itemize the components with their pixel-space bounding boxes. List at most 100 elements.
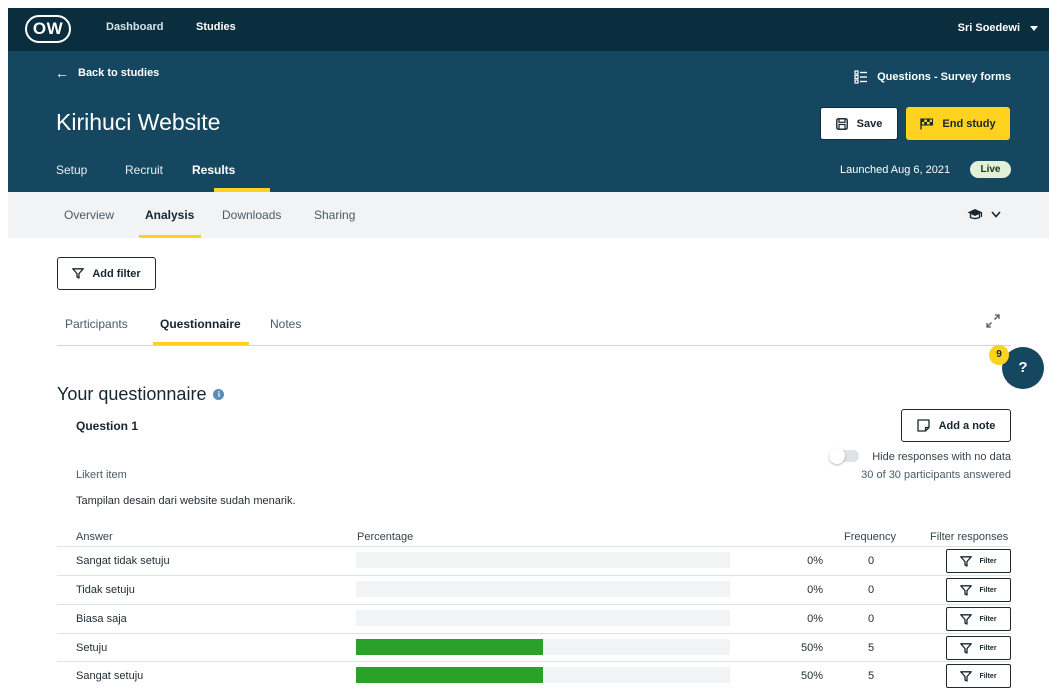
question-text: Tampilan desain dari website sudah menar… xyxy=(76,495,296,507)
checkered-flag-icon xyxy=(920,118,934,129)
column-header-filter: Filter responses xyxy=(930,531,1009,543)
graduation-cap-icon xyxy=(967,209,983,220)
back-label: Back to studies xyxy=(78,67,160,79)
save-button[interactable]: Save xyxy=(820,107,898,140)
launched-date: Launched Aug 6, 2021 xyxy=(840,164,951,176)
column-header-frequency: Frequency xyxy=(844,531,896,543)
tab-sharing[interactable]: Sharing xyxy=(314,208,355,222)
tab-overview[interactable]: Overview xyxy=(64,208,114,222)
note-icon xyxy=(916,419,930,432)
filter-responses-button[interactable]: Filter xyxy=(946,578,1011,602)
percentage-value: 0% xyxy=(807,555,823,567)
participants-answered: 30 of 30 participants answered xyxy=(861,469,1011,481)
table-row: Tidak setuju 0% 0 Filter xyxy=(57,575,1011,604)
learning-menu-toggle[interactable] xyxy=(967,208,1001,220)
percentage-value: 50% xyxy=(800,670,823,682)
ow-logo[interactable]: OW xyxy=(25,15,71,43)
arrow-left-icon: ← xyxy=(55,64,69,81)
info-icon[interactable]: i xyxy=(213,389,225,400)
percentage-value: 0% xyxy=(807,613,823,625)
filter-icon xyxy=(960,613,973,625)
end-study-label: End study xyxy=(942,117,996,130)
add-filter-label: Add filter xyxy=(92,267,141,280)
checklist-icon xyxy=(854,70,868,84)
results-subnav: Overview Analysis Downloads Sharing xyxy=(8,192,1049,238)
filter-icon xyxy=(960,584,973,596)
study-title: Kirihuci Website xyxy=(56,109,221,135)
table-row: Setuju 50% 5 Filter xyxy=(57,633,1011,662)
nav-studies[interactable]: Studies xyxy=(196,21,236,33)
study-header: ← Back to studies Questions - Survey for… xyxy=(8,51,1049,192)
answer-label: Biasa saja xyxy=(76,613,127,625)
hide-responses-label: Hide responses with no data xyxy=(872,451,1011,463)
back-to-studies-link[interactable]: ← Back to studies xyxy=(55,64,160,81)
percentage-bar-fill xyxy=(356,639,543,655)
end-study-button[interactable]: End study xyxy=(906,107,1010,140)
answer-label: Sangat tidak setuju xyxy=(76,555,170,567)
questionnaire-title: Your questionnaire xyxy=(57,384,207,404)
study-type: Questions - Survey forms xyxy=(854,70,1011,84)
active-subtab-indicator xyxy=(139,235,201,238)
tabs-divider xyxy=(57,345,1011,346)
filter-label: Filter xyxy=(979,672,997,680)
frequency-value: 5 xyxy=(868,642,875,654)
percentage-bar-fill xyxy=(356,667,543,683)
percentage-bar xyxy=(356,610,730,626)
tab-recruit[interactable]: Recruit xyxy=(125,163,163,177)
tab-questionnaire[interactable]: Questionnaire xyxy=(160,317,241,331)
filter-icon xyxy=(960,555,973,567)
frequency-value: 5 xyxy=(868,670,875,682)
filter-label: Filter xyxy=(979,586,997,594)
section-title: Your questionnaire i xyxy=(57,384,225,405)
filter-icon xyxy=(960,670,973,682)
status-badge: Live xyxy=(970,161,1011,178)
answer-label: Sangat setuju xyxy=(76,670,144,682)
filter-label: Filter xyxy=(979,615,997,623)
percentage-bar xyxy=(356,667,730,683)
percentage-bar xyxy=(356,639,730,655)
column-header-percentage: Percentage xyxy=(357,531,414,543)
filter-icon xyxy=(72,268,85,279)
tab-notes[interactable]: Notes xyxy=(270,317,301,331)
toggle-knob xyxy=(829,448,845,464)
filter-icon xyxy=(960,642,973,654)
question-title: Question 1 xyxy=(76,419,139,433)
add-note-label: Add a note xyxy=(938,419,996,432)
tab-setup[interactable]: Setup xyxy=(56,163,87,177)
user-name: Sri Soedewi xyxy=(957,22,1020,34)
percentage-bar xyxy=(356,581,730,597)
answer-label: Setuju xyxy=(76,642,108,654)
save-icon xyxy=(835,117,848,130)
tab-results[interactable]: Results xyxy=(192,163,235,177)
filter-responses-button[interactable]: Filter xyxy=(946,664,1011,688)
frequency-value: 0 xyxy=(868,555,875,567)
expand-icon[interactable] xyxy=(985,313,1001,334)
tab-participants[interactable]: Participants xyxy=(65,317,128,331)
percentage-value: 50% xyxy=(800,642,823,654)
table-row: Sangat tidak setuju 0% 0 Filter xyxy=(57,546,1011,575)
hide-responses-toggle[interactable] xyxy=(829,448,859,464)
user-menu[interactable]: Sri Soedewi xyxy=(958,22,1038,34)
percentage-value: 0% xyxy=(807,584,823,596)
percentage-bar xyxy=(356,552,730,568)
question-type: Likert item xyxy=(76,469,127,481)
nav-dashboard[interactable]: Dashboard xyxy=(106,21,163,33)
save-label: Save xyxy=(856,117,883,130)
table-row: Sangat setuju 50% 5 Filter xyxy=(57,661,1011,688)
filter-responses-button[interactable]: Filter xyxy=(946,549,1011,573)
table-row: Biasa saja 0% 0 Filter xyxy=(57,604,1011,633)
add-filter-button[interactable]: Add filter xyxy=(57,257,156,290)
notification-count-badge[interactable]: 9 xyxy=(989,345,1009,365)
filter-responses-button[interactable]: Filter xyxy=(946,636,1011,660)
filter-label: Filter xyxy=(979,557,997,565)
chevron-down-icon xyxy=(991,210,1001,218)
tab-downloads[interactable]: Downloads xyxy=(222,208,281,222)
caret-down-icon xyxy=(1030,25,1038,31)
frequency-value: 0 xyxy=(868,613,875,625)
frequency-value: 0 xyxy=(868,584,875,596)
tab-analysis[interactable]: Analysis xyxy=(145,208,194,222)
filter-label: Filter xyxy=(979,644,997,652)
filter-responses-button[interactable]: Filter xyxy=(946,607,1011,631)
add-note-button[interactable]: Add a note xyxy=(901,409,1011,442)
top-nav: OW Dashboard Studies Sri Soedewi xyxy=(8,8,1049,51)
